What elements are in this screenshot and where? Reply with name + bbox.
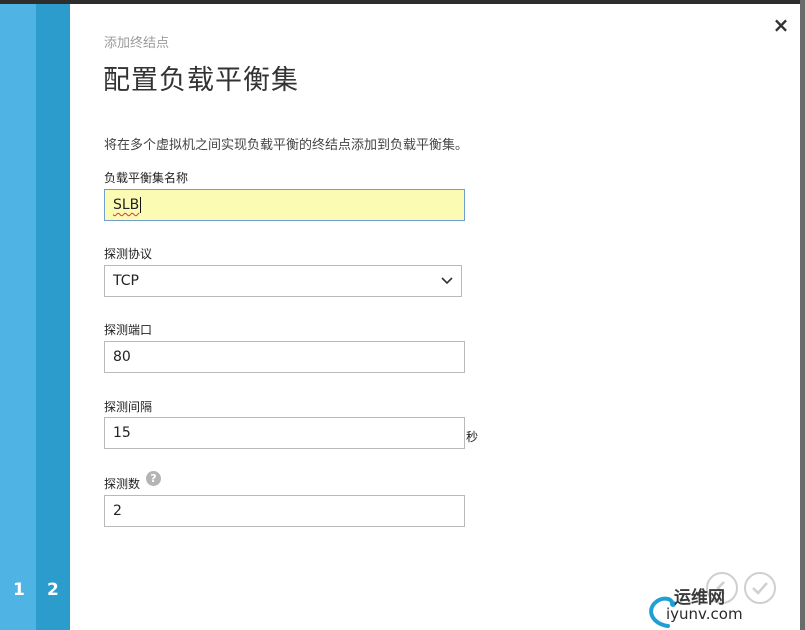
interval-label: 探测间隔 — [104, 400, 153, 414]
protocol-select-value: TCP — [113, 273, 139, 289]
name-input-value: SLB — [113, 197, 140, 213]
wizard-step-rail-2 — [36, 4, 70, 630]
protocol-label: 探测协议 — [104, 247, 153, 261]
chevron-down-icon — [441, 277, 453, 285]
description-text: 将在多个虚拟机之间实现负载平衡的终结点添加到负载平衡集。 — [104, 138, 469, 153]
count-label: 探测数 — [104, 477, 141, 491]
wizard-step-rail-1 — [0, 4, 36, 630]
interval-unit: 秒 — [466, 430, 479, 444]
text-caret — [140, 197, 142, 213]
port-input-value: 80 — [113, 349, 131, 365]
interval-input-value: 15 — [113, 425, 131, 441]
port-input[interactable]: 80 — [104, 341, 465, 373]
name-input[interactable]: SLB — [104, 189, 465, 221]
wizard-step-1[interactable]: 1 — [13, 580, 25, 600]
checkmark-icon — [752, 582, 768, 595]
complete-button[interactable] — [744, 572, 776, 604]
help-icon[interactable]: ? — [146, 471, 161, 486]
protocol-select[interactable]: TCP — [104, 265, 462, 297]
watermark-url: iyunv.com — [666, 605, 743, 623]
close-icon[interactable]: × — [771, 14, 791, 36]
port-label: 探测端口 — [104, 323, 153, 337]
wizard-step-2[interactable]: 2 — [47, 580, 59, 600]
count-input[interactable]: 2 — [104, 495, 465, 527]
name-label: 负载平衡集名称 — [104, 171, 189, 185]
dialog-subtitle: 添加终结点 — [104, 36, 170, 51]
dialog: × 添加终结点 配置负载平衡集 将在多个虚拟机之间实现负载平衡的终结点添加到负载… — [70, 4, 800, 630]
page-title: 配置负载平衡集 — [103, 65, 299, 96]
count-input-value: 2 — [113, 503, 122, 519]
backdrop-right — [800, 0, 805, 630]
interval-input[interactable]: 15 — [104, 417, 465, 449]
